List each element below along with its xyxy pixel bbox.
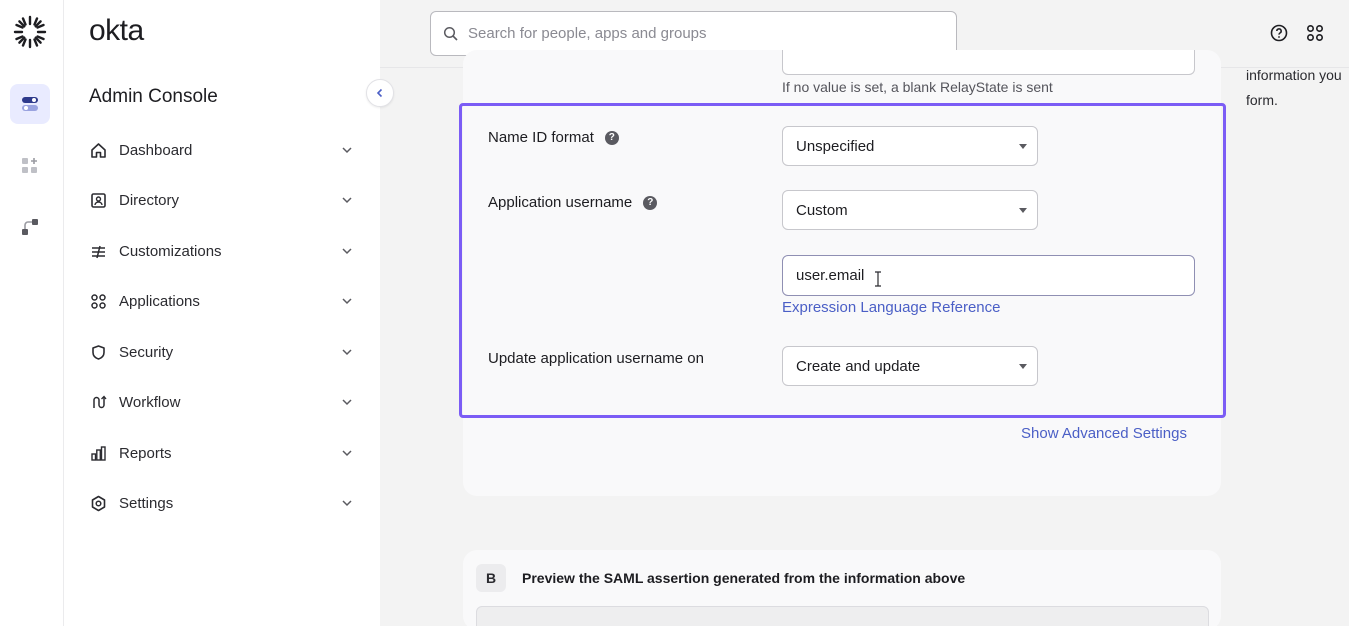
expression-input[interactable]: user.email [782,255,1195,296]
show-advanced-settings-link[interactable]: Show Advanced Settings [1021,425,1187,442]
directory-icon [89,191,107,209]
search-input[interactable] [468,25,938,42]
sidebar: okta Admin Console Dashboard Directory C… [64,0,380,626]
sidebar-item-reports[interactable]: Reports [89,438,354,468]
expression-language-reference-link[interactable]: Expression Language Reference [782,299,1000,316]
app-username-select[interactable]: Custom [782,190,1038,230]
app-rail [0,0,64,626]
chevron-down-icon [342,298,352,305]
app-switcher-icon[interactable] [1305,23,1325,43]
sidebar-item-label: Settings [119,494,174,512]
connector-icon [22,219,38,235]
rail-workflow-button[interactable] [10,207,50,247]
right-help-text-line1: information you [1246,67,1342,83]
right-help-text-line2: form. [1246,92,1278,108]
chevron-down-icon [342,399,352,406]
sidebar-item-label: Customizations [119,242,222,260]
update-username-label-text: Update application username on [488,350,704,367]
relay-state-input[interactable] [782,50,1195,75]
saml-preview-title: Preview the SAML assertion generated fro… [522,570,966,586]
name-id-format-label: Name ID format ? [488,129,619,146]
relay-state-hint: If no value is set, a blank RelayState i… [782,79,1053,95]
chevron-left-icon [376,88,383,98]
chevron-down-icon [342,147,352,154]
applications-icon [89,292,107,310]
chevron-down-icon [342,500,352,507]
update-username-value: Create and update [796,357,921,375]
sidebar-item-label: Applications [119,292,200,310]
saml-preview-box[interactable] [476,606,1209,626]
customizations-icon [89,242,107,260]
workflow-icon [89,393,107,411]
chevron-down-icon [342,248,352,255]
name-id-format-select[interactable]: Unspecified [782,126,1038,166]
chevron-down-icon [342,349,352,356]
rail-admin-toggle-button[interactable] [10,84,50,124]
search-icon [443,26,458,41]
chevron-down-icon [342,450,352,457]
add-grid-icon [22,158,37,173]
sidebar-item-label: Reports [119,444,172,462]
home-icon [89,141,107,159]
sidebar-item-dashboard[interactable]: Dashboard [89,135,354,165]
update-username-select[interactable]: Create and update [782,346,1038,386]
caret-down-icon [1019,144,1027,149]
sidebar-item-label: Workflow [119,393,181,411]
reports-icon [89,444,107,462]
console-title: Admin Console [89,86,218,107]
gear-icon [89,494,107,512]
caret-down-icon [1019,208,1027,213]
brand-logo[interactable]: okta [89,14,144,48]
chevron-down-icon [342,197,352,204]
update-username-label: Update application username on [488,350,704,367]
right-help-panel [1230,68,1349,626]
shield-icon [89,343,107,361]
collapse-sidebar-button[interactable] [366,79,394,107]
okta-logo-icon[interactable] [12,14,48,50]
step-badge: B [476,564,506,592]
app-username-label: Application username ? [488,194,658,211]
name-id-format-label-text: Name ID format [488,129,594,146]
sidebar-item-label: Dashboard [119,141,193,159]
sidebar-item-security[interactable]: Security [89,337,354,367]
expression-value: user.email [796,267,865,284]
sidebar-item-customizations[interactable]: Customizations [89,236,354,266]
sidebar-item-settings[interactable]: Settings [89,488,354,518]
sidebar-item-applications[interactable]: Applications [89,286,354,316]
sidebar-item-workflow[interactable]: Workflow [89,387,354,417]
question-icon[interactable]: ? [643,195,658,210]
sidebar-item-label: Security [119,343,174,361]
question-icon[interactable]: ? [604,130,619,145]
rail-add-apps-button[interactable] [10,146,50,186]
text-cursor-icon [875,271,881,287]
toggle-icon [22,97,38,111]
sidebar-item-directory[interactable]: Directory [89,185,354,215]
caret-down-icon [1019,364,1027,369]
sidebar-item-label: Directory [119,191,180,209]
help-icon[interactable] [1269,23,1289,43]
app-username-label-text: Application username [488,194,633,211]
app-username-value: Custom [796,201,848,219]
name-id-format-value: Unspecified [796,137,875,155]
